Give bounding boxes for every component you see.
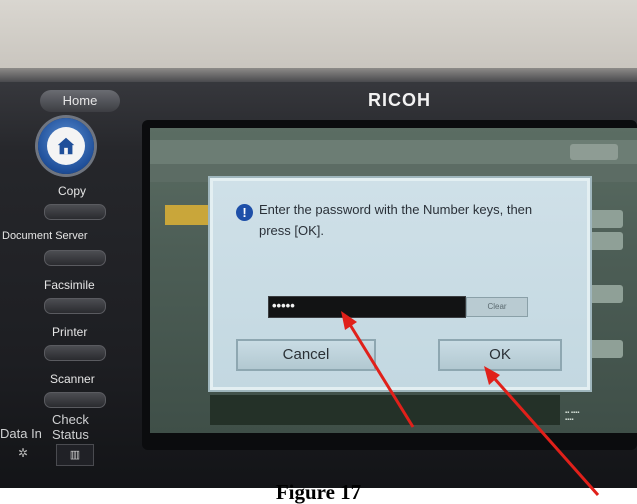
- screen-status-readout: ▪▪ ▪▪▪▪ ▪▪▪▪: [565, 410, 580, 423]
- home-icon: [57, 137, 75, 155]
- printer-photo: RICOH Home Copy Document Server Facsimil…: [0, 0, 637, 488]
- home-label: Home: [40, 90, 120, 112]
- copy-key[interactable]: [44, 204, 106, 220]
- printer-key[interactable]: [44, 345, 106, 361]
- brand-logo: RICOH: [368, 90, 431, 110]
- screen-side-button[interactable]: [585, 210, 623, 228]
- scanner-key[interactable]: [44, 392, 106, 408]
- dialog-message: Enter the password with the Number keys,…: [259, 202, 533, 238]
- screen-side-button[interactable]: [585, 232, 623, 250]
- printer-top-edge: [0, 68, 637, 82]
- document-server-key[interactable]: [44, 250, 106, 266]
- side-button-copy-label: Copy: [58, 184, 87, 198]
- check-status-key[interactable]: ▥: [56, 444, 94, 466]
- screen-bottom-bar: [210, 395, 560, 425]
- side-button-scanner-label: Scanner: [50, 372, 95, 386]
- facsimile-key[interactable]: [44, 298, 106, 314]
- data-in-label: Data In: [0, 426, 42, 441]
- side-button-printer-label: Printer: [52, 325, 88, 339]
- data-in-indicator-icon: ✲: [18, 446, 29, 460]
- side-button-facsimile-label: Facsimile: [44, 278, 95, 292]
- figure-caption: Figure 17: [275, 480, 362, 504]
- screen-side-button[interactable]: [585, 285, 623, 303]
- side-button-document-server-label: Document Server: [2, 230, 88, 242]
- screen-highlighted-item[interactable]: [165, 205, 209, 225]
- password-field[interactable]: [268, 296, 466, 318]
- screen-side-button[interactable]: [585, 340, 623, 358]
- home-button[interactable]: [38, 118, 94, 174]
- screen-title-bar: [150, 140, 637, 164]
- background-wall: [0, 0, 637, 70]
- cancel-button[interactable]: Cancel: [236, 339, 376, 371]
- check-status-label: Check Status: [52, 412, 89, 442]
- screen-exit-button[interactable]: [570, 144, 618, 160]
- info-icon: !: [236, 204, 253, 221]
- password-mask: •••••: [272, 298, 295, 313]
- ok-button[interactable]: OK: [438, 339, 562, 371]
- clear-button[interactable]: Clear: [466, 297, 528, 317]
